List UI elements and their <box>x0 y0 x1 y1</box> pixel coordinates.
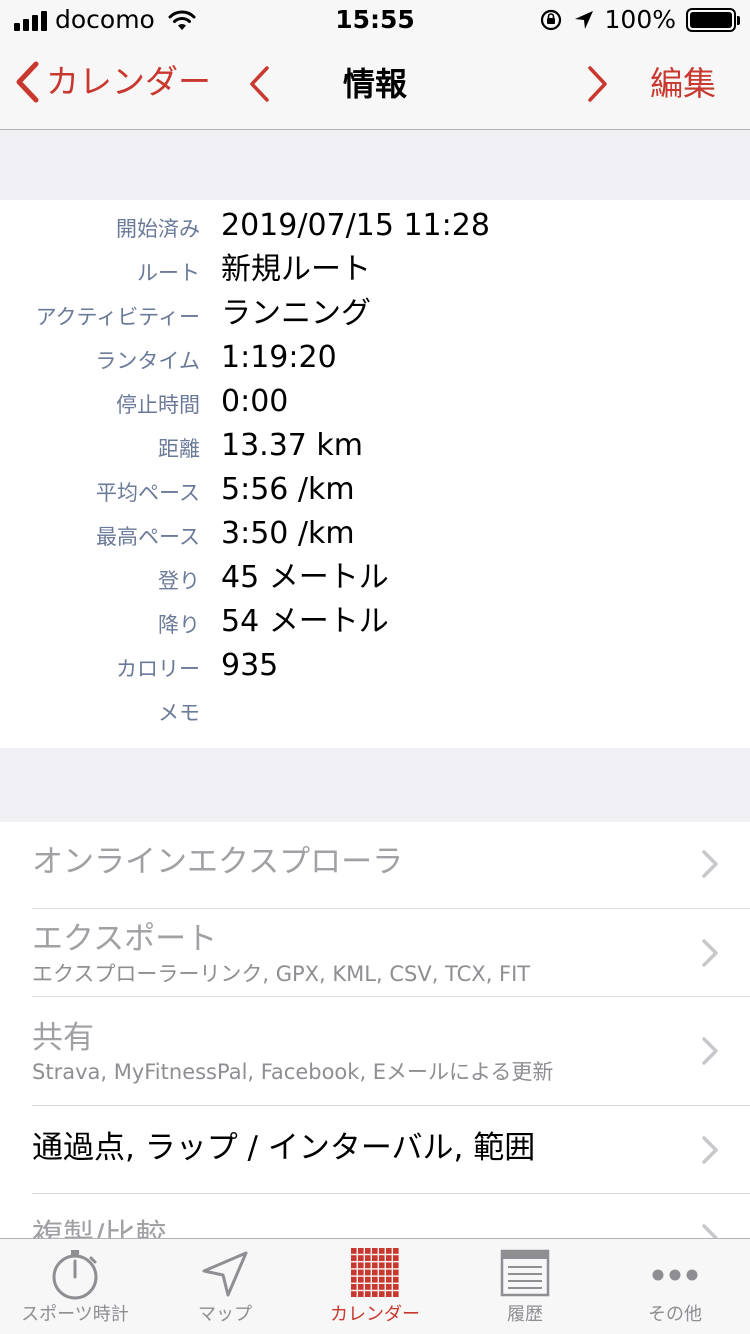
stopwatch-icon <box>52 1250 98 1300</box>
info-label: アクティビティー <box>35 305 200 329</box>
tab-label: カレンダー <box>330 1304 420 1325</box>
info-row-route[interactable]: ルート 新規ルート <box>0 248 750 292</box>
chevron-right-icon <box>588 66 607 102</box>
info-label: 距離 <box>158 437 200 461</box>
activity-info-section: 開始済み 2019/07/15 11:28 ルート 新規ルート アクティビティー… <box>0 200 750 748</box>
info-row-memo[interactable]: メモ <box>0 688 750 732</box>
info-value: 935 <box>221 648 279 683</box>
info-row-ascent: 登り 45 メートル <box>0 556 750 600</box>
info-row-start: 開始済み 2019/07/15 11:28 <box>0 204 750 248</box>
info-row-distance: 距離 13.37 km <box>0 424 750 468</box>
tab-sports-watch[interactable]: スポーツ時計 <box>0 1239 150 1334</box>
tab-bar: スポーツ時計 マップ カレンダー 履歴 その他 <box>0 1238 750 1334</box>
info-value: 3:50 /km <box>221 516 355 551</box>
info-value: 5:56 /km <box>221 472 355 507</box>
battery-icon <box>686 8 740 32</box>
battery-percent: 100% <box>604 5 676 34</box>
info-label: カロリー <box>116 657 200 681</box>
export-item[interactable]: エクスポート エクスプローラーリンク, GPX, KML, CSV, TCX, … <box>0 909 750 996</box>
info-row-descent: 降り 54 メートル <box>0 600 750 644</box>
page-title: 情報 <box>342 65 407 103</box>
splits-laps-item[interactable]: 通過点, ラップ / インターバル, 範囲 <box>0 1106 750 1193</box>
status-bar: docomo 15:55 100% <box>0 0 750 40</box>
info-row-avg-pace: 平均ペース 5:56 /km <box>0 468 750 512</box>
tab-map[interactable]: マップ <box>150 1239 300 1334</box>
map-arrow-icon <box>202 1251 248 1297</box>
online-explorer-item[interactable]: オンラインエクスプローラ <box>0 822 750 908</box>
list-item-subtitle: エクスプローラーリンク, GPX, KML, CSV, TCX, FIT <box>32 962 531 986</box>
tab-label: マップ <box>198 1304 252 1325</box>
tab-label: スポーツ時計 <box>21 1304 129 1325</box>
copy-compare-item[interactable]: 複製/比較 <box>0 1194 750 1242</box>
info-row-activity[interactable]: アクティビティー ランニング <box>0 292 750 336</box>
location-arrow-icon <box>574 11 593 29</box>
info-value: ランニング <box>221 296 371 331</box>
info-value: 2019/07/15 11:28 <box>221 208 490 243</box>
list-item-subtitle: Strava, MyFitnessPal, Facebook, Eメールによる更… <box>32 1060 554 1084</box>
list-item-title: オンラインエクスプローラ <box>32 844 404 880</box>
tab-label: 履歴 <box>507 1304 543 1325</box>
info-value: 0:00 <box>221 384 289 419</box>
info-label: 停止時間 <box>116 393 200 417</box>
info-label: メモ <box>158 701 200 725</box>
list-item-title: 通過点, ラップ / インターバル, 範囲 <box>32 1130 536 1166</box>
calendar-grid-icon <box>351 1248 399 1297</box>
chevron-right-icon <box>702 850 718 878</box>
tab-calendar[interactable]: カレンダー <box>300 1239 450 1334</box>
list-item-title: 共有 <box>32 1020 94 1056</box>
info-value: 1:19:20 <box>221 340 337 375</box>
rotation-lock-icon <box>540 9 561 31</box>
info-label: ルート <box>137 261 200 285</box>
chevron-right-icon <box>702 1037 718 1065</box>
info-value: 45 メートル <box>221 560 389 595</box>
info-value: 13.37 km <box>221 428 364 463</box>
info-label: 開始済み <box>116 217 200 241</box>
history-list-icon <box>500 1249 550 1297</box>
info-value: 54 メートル <box>221 604 389 639</box>
info-row-stop-time: 停止時間 0:00 <box>0 380 750 424</box>
info-value: 新規ルート <box>221 252 371 287</box>
chevron-right-icon <box>702 1136 718 1164</box>
tab-more[interactable]: その他 <box>600 1239 750 1334</box>
info-row-run-time: ランタイム 1:19:20 <box>0 336 750 380</box>
info-label: ランタイム <box>95 349 200 373</box>
navigation-bar: カレンダー 情報 編集 <box>0 40 750 130</box>
action-list: オンラインエクスプローラ エクスポート エクスプローラーリンク, GPX, KM… <box>0 822 750 1242</box>
next-activity-button[interactable] <box>585 64 611 108</box>
share-item[interactable]: 共有 Strava, MyFitnessPal, Facebook, Eメールに… <box>0 997 750 1105</box>
list-item-title: エクスポート <box>32 921 218 957</box>
info-label: 平均ペース <box>96 481 200 505</box>
tab-history[interactable]: 履歴 <box>450 1239 600 1334</box>
info-label: 最高ペース <box>96 525 200 549</box>
info-row-calories: カロリー 935 <box>0 644 750 688</box>
info-row-max-pace: 最高ペース 3:50 /km <box>0 512 750 556</box>
more-dots-icon <box>652 1269 698 1281</box>
edit-button[interactable]: 編集 <box>650 62 716 106</box>
info-label: 降り <box>158 613 200 637</box>
info-label: 登り <box>158 569 200 593</box>
chevron-right-icon <box>702 939 718 967</box>
tab-label: その他 <box>648 1304 702 1325</box>
